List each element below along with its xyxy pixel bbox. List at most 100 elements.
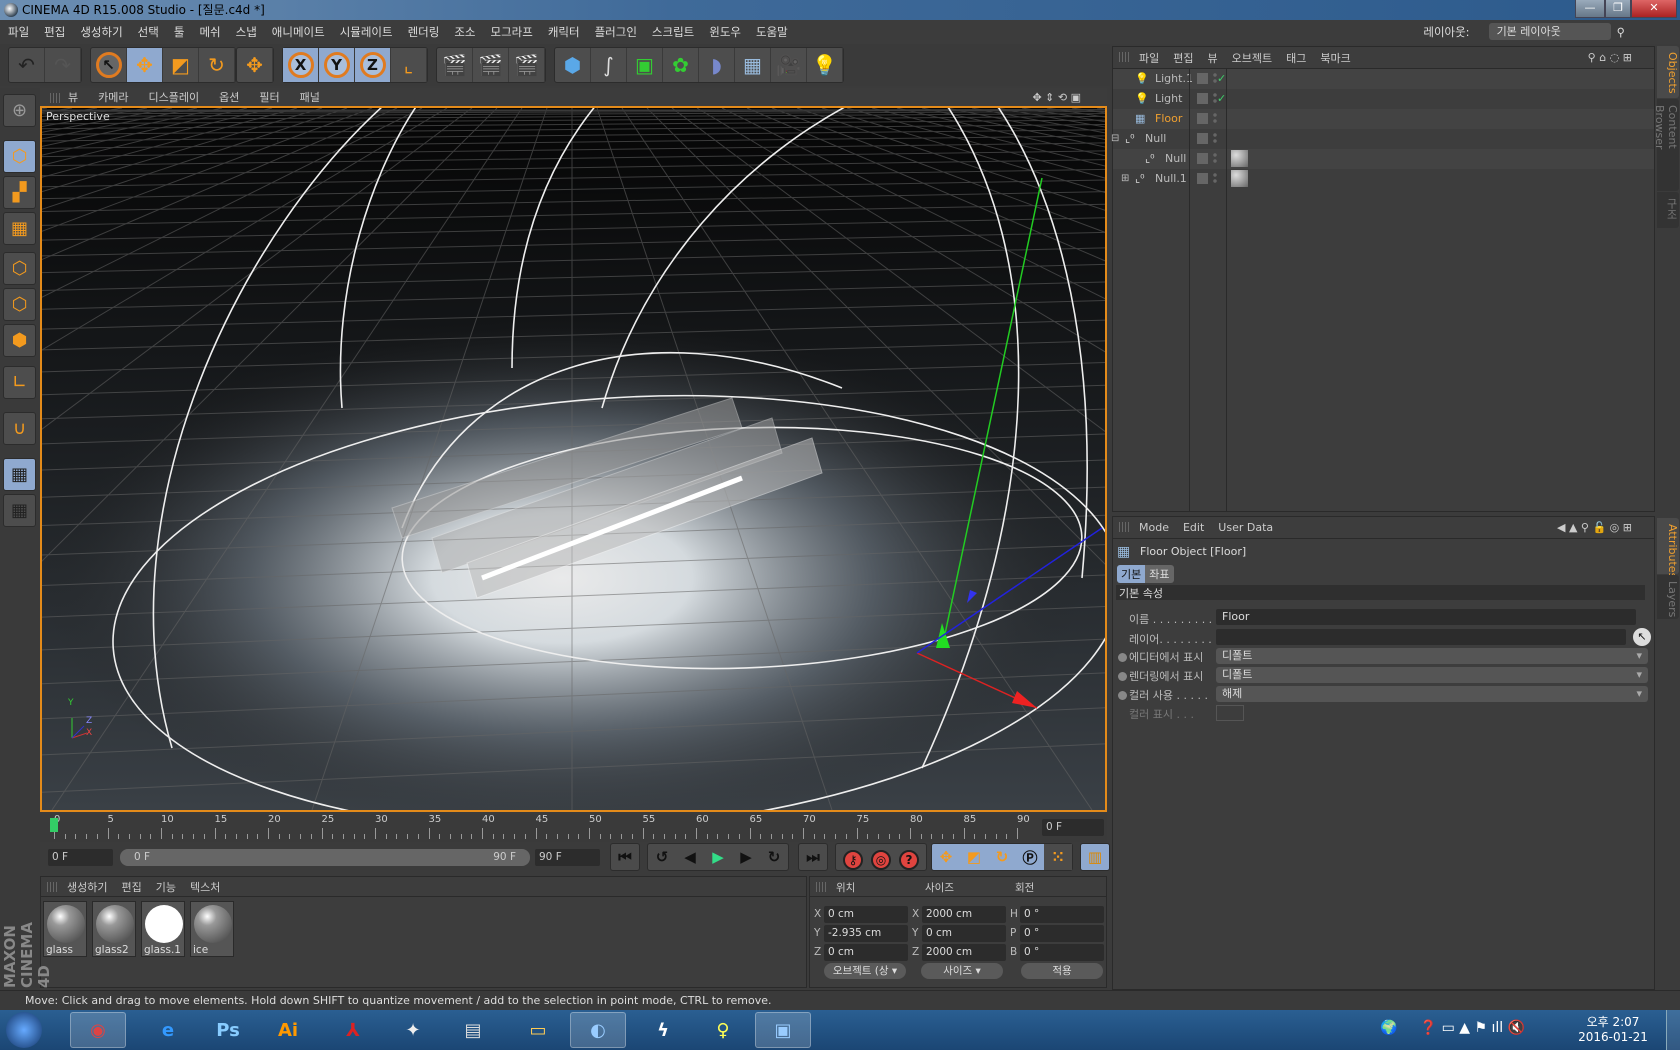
menu-item[interactable]: 애니메이트	[272, 24, 325, 40]
tab-basic[interactable]: 기본	[1117, 565, 1146, 583]
axis-mode-button[interactable]: ∟	[3, 366, 36, 399]
viewport-navigation-icons[interactable]: ✥ ⇕ ⟲ ▣	[1032, 91, 1081, 104]
restore-button[interactable]: ❐	[1605, 0, 1631, 18]
taskbar-photoshop-button[interactable]: Ps	[200, 1012, 256, 1048]
object-row[interactable]: 💡 Light.1 ✓	[1113, 69, 1654, 89]
tab-attributes[interactable]: Attributes	[1657, 518, 1679, 578]
viewport-menu-item[interactable]: 카메라	[98, 89, 128, 105]
polygons-mode-button[interactable]: ⬢	[3, 324, 36, 357]
render-visibility-dropdown[interactable]: 디폴트	[1216, 667, 1648, 683]
x-axis-lock-button[interactable]: X	[283, 48, 319, 82]
tab-layers[interactable]: Layers	[1657, 575, 1679, 619]
render-view-button[interactable]: 🎬	[437, 48, 473, 82]
spline-pen-button[interactable]: ∫	[591, 48, 627, 82]
record-parameter-button[interactable]: Ⓟ	[1016, 844, 1044, 870]
live-selection-button[interactable]: ↖	[91, 48, 127, 82]
render-picture-viewer-button[interactable]: 🎬	[473, 48, 509, 82]
layout-dropdown[interactable]: 기본 레이아웃	[1488, 23, 1611, 40]
menu-item[interactable]: 모그라프	[491, 24, 533, 40]
menu-item[interactable]: 도움말	[756, 24, 788, 40]
locked-workplane-button[interactable]: ▦	[3, 458, 36, 491]
editor-visibility-dropdown[interactable]: 디폴트	[1216, 648, 1648, 664]
texture-mode-button[interactable]: ▞	[3, 176, 36, 209]
material-tag-icon[interactable]	[1231, 150, 1248, 167]
apply-button[interactable]: 적용	[1021, 963, 1103, 979]
rotate-tool-button[interactable]: ↻	[199, 48, 235, 82]
layer-visibility-icon[interactable]	[1197, 73, 1208, 84]
object-row[interactable]: ⌞⁰ Null	[1113, 149, 1654, 169]
object-row[interactable]: ⊞ ⌞⁰ Null.1	[1113, 169, 1654, 189]
menu-item[interactable]: 시뮬레이트	[340, 24, 393, 40]
position-field[interactable]: 0 cm	[824, 906, 908, 923]
expand-toggle[interactable]: ⊟	[1111, 129, 1119, 149]
menu-item[interactable]: 생성하기	[80, 24, 122, 40]
editor-render-dots-icon[interactable]	[1213, 172, 1217, 185]
coordinate-mode-dropdown[interactable]: 오브젝트 (상 ▾	[824, 963, 906, 979]
enabled-check-icon[interactable]: ✓	[1217, 89, 1226, 109]
tab-objects[interactable]: Objects	[1657, 46, 1679, 98]
layer-field[interactable]	[1216, 629, 1626, 645]
attribute-menu-item[interactable]: Mode	[1139, 521, 1169, 534]
planar-workplane-button[interactable]: ▦	[3, 494, 36, 527]
viewport-menu-item[interactable]: 패널	[300, 89, 320, 105]
undo-button[interactable]: ↶	[9, 48, 45, 82]
object-menu-item[interactable]: 파일	[1139, 50, 1159, 66]
pick-layer-icon[interactable]: ↖	[1633, 628, 1651, 646]
menu-item[interactable]: 스크립트	[652, 24, 694, 40]
keyframe-selection-button[interactable]: ?	[899, 850, 919, 870]
object-name[interactable]: Light	[1155, 89, 1182, 109]
position-field[interactable]: 0 cm	[824, 944, 908, 961]
tab-structure[interactable]: 구조	[1657, 192, 1679, 228]
timeline-window-button[interactable]: ▥	[1081, 844, 1109, 870]
layer-visibility-icon[interactable]	[1197, 173, 1208, 184]
minimize-button[interactable]: —	[1575, 0, 1605, 18]
go-to-start-button[interactable]: ⏮	[611, 844, 639, 870]
array-object-button[interactable]: ✿	[663, 48, 699, 82]
taskbar-acrobat-button[interactable]: ⅄	[325, 1012, 381, 1048]
y-axis-lock-button[interactable]: Y	[319, 48, 355, 82]
system-tray-icons[interactable]: 🌍 ❓ ▭ ▲ ⚑ ıll 🔇	[1380, 1020, 1525, 1036]
taskbar-cinema4d-button[interactable]: ◐	[570, 1012, 626, 1048]
material-menu-item[interactable]: 텍스처	[190, 879, 220, 895]
model-mode-button[interactable]: ⬡	[3, 140, 36, 173]
3d-viewport[interactable]: Perspective Y Z X	[40, 106, 1107, 812]
viewport-menu-item[interactable]: 디스플레이	[149, 89, 200, 105]
object-name[interactable]: Null	[1145, 129, 1166, 149]
play-button[interactable]: ▶	[704, 844, 732, 870]
record-rotation-button[interactable]: ↻	[988, 844, 1016, 870]
object-menu-item[interactable]: 오브젝트	[1232, 50, 1272, 66]
attribute-menu-item[interactable]: User Data	[1218, 521, 1273, 534]
layer-visibility-icon[interactable]	[1197, 133, 1208, 144]
taskbar-illustrator-button[interactable]: Ai	[260, 1012, 316, 1048]
object-menu-item[interactable]: 북마크	[1320, 50, 1350, 66]
record-point-level-button[interactable]: ⁙	[1044, 844, 1072, 870]
object-name[interactable]: Light.1	[1155, 69, 1193, 89]
camera-object-button[interactable]: 🎥	[771, 48, 807, 82]
edges-mode-button[interactable]: ⬡	[3, 288, 36, 321]
layer-visibility-icon[interactable]	[1197, 93, 1208, 104]
menu-item[interactable]: 툴	[174, 24, 185, 40]
next-frame-button[interactable]: ▶	[732, 844, 760, 870]
object-row[interactable]: ▦ Floor	[1113, 109, 1654, 129]
light-object-button[interactable]: 💡	[807, 48, 843, 82]
object-name[interactable]: Floor	[1155, 109, 1182, 129]
taskbar-app-bulb-button[interactable]: ♀	[695, 1012, 751, 1048]
workplane-mode-button[interactable]: ▦	[3, 212, 36, 245]
close-button[interactable]: ✕	[1631, 0, 1677, 18]
record-key-button[interactable]: ⚷	[843, 850, 863, 870]
material-menu-item[interactable]: 생성하기	[67, 879, 107, 895]
clock-time[interactable]: 오후 2:07	[1575, 1013, 1651, 1030]
points-mode-button[interactable]: ⬡	[3, 252, 36, 285]
deformer-button[interactable]: ◗	[699, 48, 735, 82]
size-mode-dropdown[interactable]: 사이즈 ▾	[921, 963, 1003, 979]
record-scale-button[interactable]: ◩	[960, 844, 988, 870]
menu-item[interactable]: 렌더링	[408, 24, 440, 40]
previous-frame-button[interactable]: ◀	[676, 844, 704, 870]
end-frame-field[interactable]: 90 F	[535, 849, 600, 866]
go-to-previous-keyframe-button[interactable]: ↺	[648, 844, 676, 870]
size-field[interactable]: 2000 cm	[922, 906, 1006, 923]
redo-button[interactable]: ↷	[45, 48, 81, 82]
clock-date[interactable]: 2016-01-21	[1575, 1030, 1651, 1044]
tab-content-browser[interactable]: Content Browser	[1653, 99, 1679, 191]
position-field[interactable]: -2.935 cm	[824, 925, 908, 942]
